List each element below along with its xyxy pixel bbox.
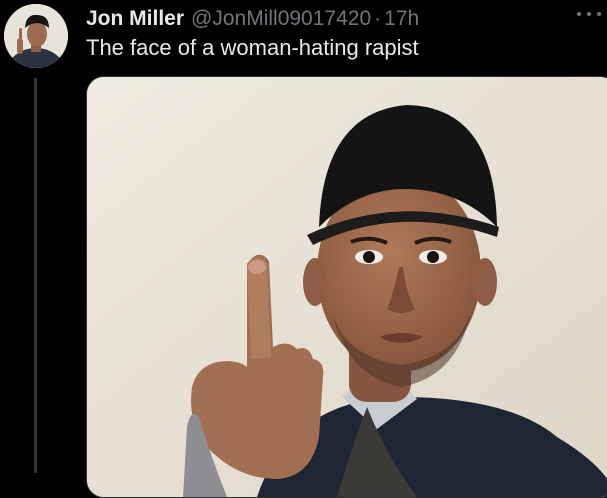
thread-connector-line xyxy=(34,78,37,473)
avatar-photo-icon xyxy=(4,4,68,68)
more-options-icon[interactable] xyxy=(577,4,601,24)
tweet-text: The face of a woman-hating rapist xyxy=(86,35,419,60)
author-display-name[interactable]: Jon Miller xyxy=(86,7,184,31)
more-dot-1 xyxy=(577,12,581,16)
author-avatar[interactable] xyxy=(4,4,68,68)
more-dot-2 xyxy=(587,12,591,16)
tweet-timestamp[interactable]: 17h xyxy=(384,7,419,31)
tweet-media-photo[interactable] xyxy=(86,76,607,498)
selfie-photo-icon xyxy=(87,77,607,497)
more-dot-3 xyxy=(597,12,601,16)
author-handle[interactable]: @JonMill09017420 xyxy=(191,7,371,31)
tweet-header: Jon Miller @JonMill09017420 · 17h xyxy=(86,5,607,33)
separator-dot: · xyxy=(374,7,382,30)
